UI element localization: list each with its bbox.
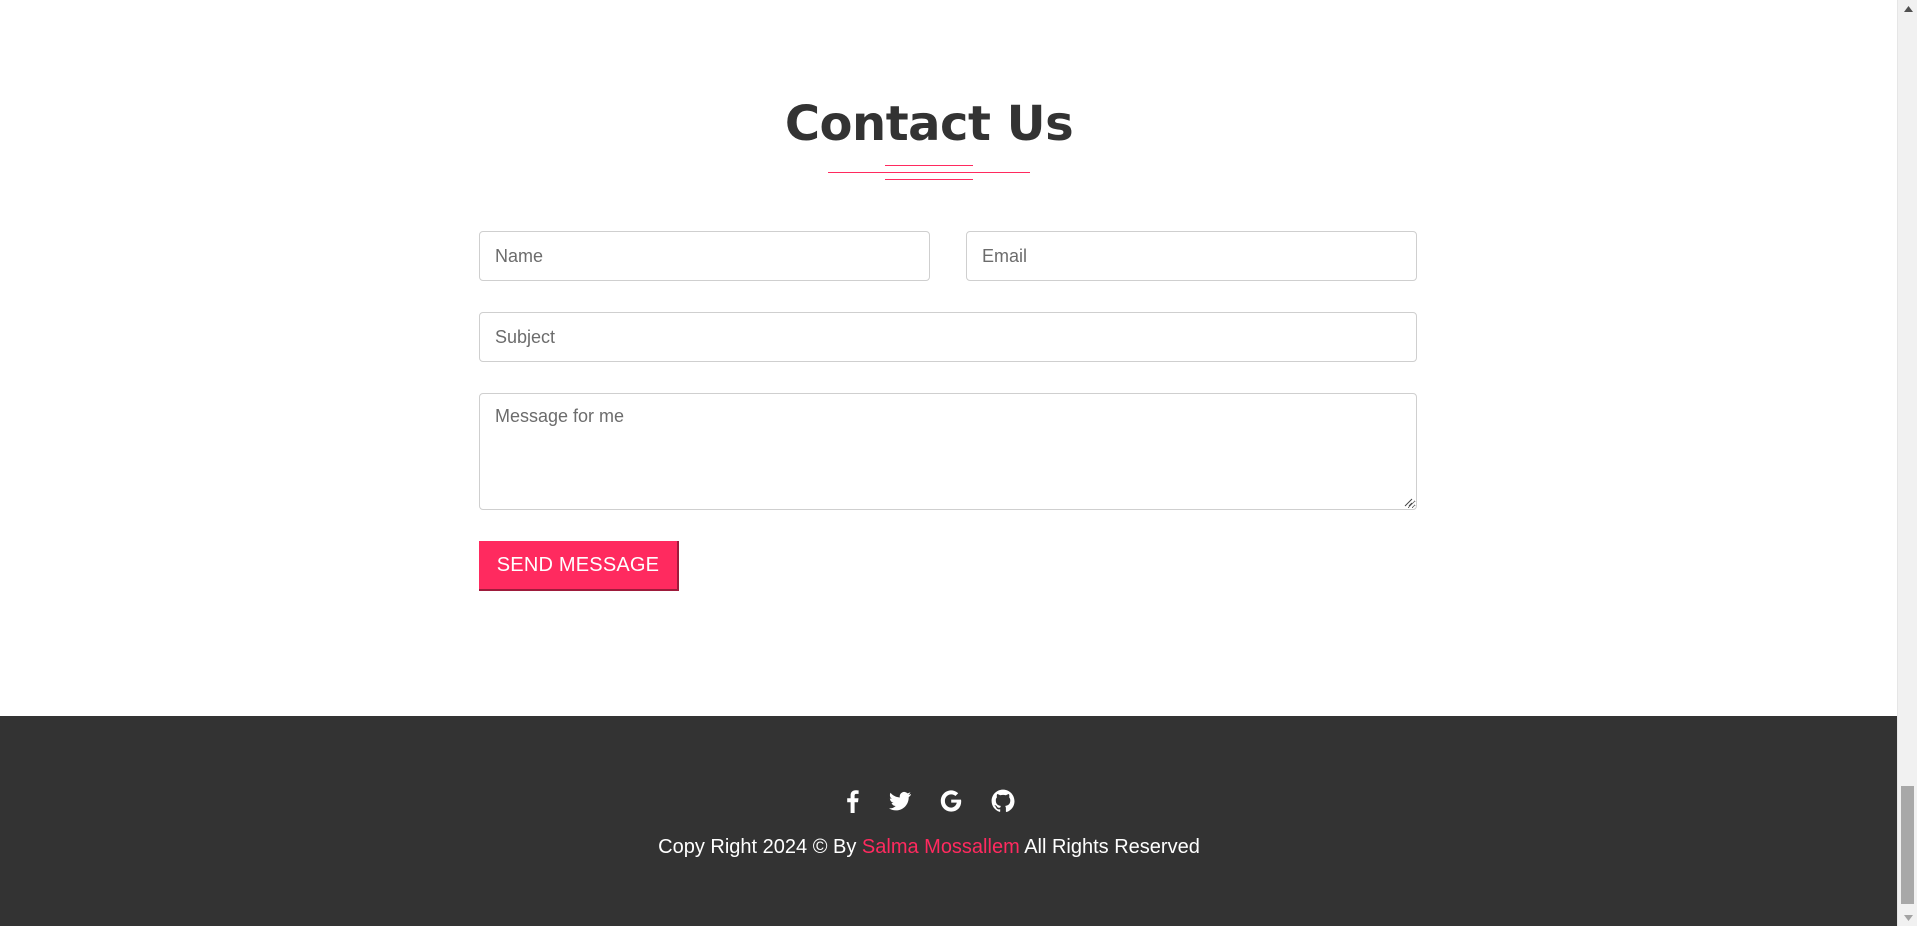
author-link[interactable]: Salma Mossallem — [862, 836, 1020, 858]
resize-grip-icon[interactable] — [1403, 497, 1413, 507]
viewport: Contact Us SEND MESSAGE — [0, 0, 1897, 926]
section-title: Contact Us — [784, 96, 1074, 152]
contact-section: Contact Us SEND MESSAGE — [0, 0, 1897, 716]
copyright-prefix: Copy Right 2024 © By — [658, 836, 862, 858]
social-links — [840, 788, 1022, 816]
google-icon[interactable] — [938, 788, 964, 814]
page: Contact Us SEND MESSAGE — [0, 0, 1917, 926]
scroll-thumb[interactable] — [1901, 786, 1914, 904]
divider-line-bottom — [885, 179, 973, 180]
title-divider — [828, 165, 1030, 181]
scroll-up-arrow-icon[interactable] — [1898, 0, 1917, 17]
twitter-icon[interactable] — [887, 788, 913, 814]
footer — [0, 716, 1897, 926]
facebook-icon[interactable] — [840, 788, 866, 814]
send-message-button[interactable]: SEND MESSAGE — [479, 541, 679, 591]
github-icon[interactable] — [990, 788, 1016, 814]
name-input[interactable] — [479, 231, 930, 281]
scroll-down-arrow-icon[interactable] — [1898, 909, 1917, 926]
copyright-suffix: All Rights Reserved — [1019, 836, 1200, 858]
copyright-text: Copy Right 2024 © By Salma Mossallem All… — [0, 835, 1858, 859]
email-input[interactable] — [966, 231, 1417, 281]
vertical-scrollbar[interactable] — [1897, 0, 1917, 926]
subject-input[interactable] — [479, 312, 1417, 362]
message-textarea[interactable] — [479, 393, 1417, 510]
divider-line-middle — [828, 172, 1030, 173]
divider-line-top — [885, 165, 973, 166]
